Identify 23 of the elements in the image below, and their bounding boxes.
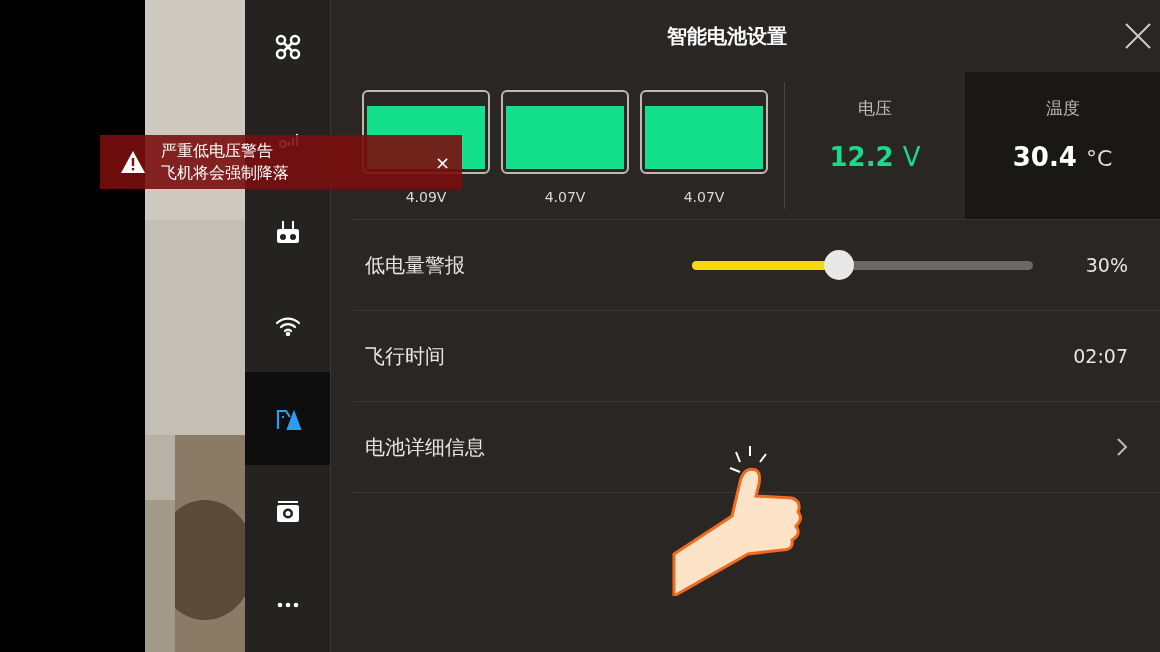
window-title: 智能电池设置 — [666, 23, 787, 50]
warning-text: 飞机将会强制降落 — [161, 162, 289, 184]
close-button[interactable]: × — [434, 148, 450, 176]
warning-icon — [120, 150, 146, 174]
warning-text: 严重低电压警告 — [161, 140, 274, 162]
temperature-value: 30.4 °C — [1012, 140, 1113, 174]
voltage-value: 12.2 V — [829, 140, 921, 174]
sidebar-tab[interactable] — [245, 372, 330, 465]
chevron-right-icon[interactable] — [1116, 437, 1128, 457]
close-icon[interactable] — [1124, 22, 1152, 50]
setting-label: 电池详细信息 — [365, 434, 486, 461]
drone-icon — [273, 32, 302, 61]
cell-voltage: 4.07V — [544, 188, 586, 207]
setting-label: 飞行时间 — [365, 343, 446, 370]
slider-reading: 30% — [1085, 252, 1128, 278]
flight-time-value: 02:07 — [1073, 343, 1128, 369]
cell-voltage: 4.09V — [405, 188, 447, 207]
temperature-label: 温度 — [1045, 97, 1080, 120]
slider-thumb[interactable] — [823, 250, 854, 280]
cell-voltage: 4.07V — [683, 188, 725, 207]
voltage-label: 电压 — [858, 97, 892, 120]
setting-label: 低电量警报 — [365, 252, 466, 279]
slider-track[interactable] — [692, 250, 1033, 280]
